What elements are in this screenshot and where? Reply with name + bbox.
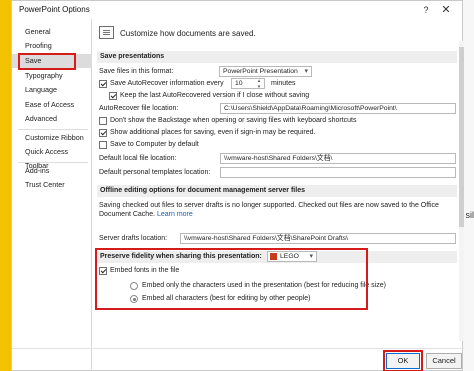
options-sidebar: General Proofing Save Typography Languag… bbox=[12, 19, 92, 371]
background-text-fragment: sil bbox=[465, 210, 474, 220]
autorecover-minutes-input[interactable]: 10 bbox=[231, 78, 265, 89]
sidebar-item-proofing[interactable]: Proofing bbox=[12, 39, 92, 53]
format-dropdown[interactable]: PowerPoint Presentation bbox=[219, 66, 312, 77]
help-icon[interactable]: ? bbox=[419, 3, 433, 17]
default-templates-label: Default personal templates location: bbox=[99, 169, 211, 176]
default-local-label: Default local file location: bbox=[99, 155, 177, 162]
sidebar-item-trust-center[interactable]: Trust Center bbox=[12, 178, 92, 192]
learn-more-link[interactable]: Learn more bbox=[157, 211, 193, 218]
page-header: Customize how documents are saved. bbox=[120, 29, 256, 38]
sidebar-item-general[interactable]: General bbox=[12, 25, 92, 39]
section-offline-editing: Offline editing options for document man… bbox=[97, 185, 457, 197]
close-icon[interactable]: ✕ bbox=[439, 3, 453, 17]
ok-highlight-box bbox=[383, 350, 423, 371]
sidebar-item-add-ins[interactable]: Add-ins bbox=[12, 164, 92, 178]
fidelity-highlight-box bbox=[95, 248, 368, 310]
title-bar: PowerPoint Options ? ✕ bbox=[12, 1, 462, 19]
scrollbar-thumb[interactable] bbox=[459, 47, 464, 227]
document-save-icon bbox=[99, 26, 114, 39]
backstage-label: Don't show the Backstage when opening or… bbox=[110, 117, 357, 124]
keep-last-version-checkbox[interactable] bbox=[109, 92, 117, 100]
backstage-checkbox[interactable] bbox=[99, 117, 107, 125]
sidebar-item-quick-access-toolbar[interactable]: Quick Access Toolbar bbox=[12, 145, 92, 170]
options-scrollbar[interactable] bbox=[459, 41, 464, 341]
save-options-panel: Customize how documents are saved. Save … bbox=[95, 23, 458, 343]
autorecover-location-input[interactable]: C:\Users\Shield\AppData\Roaming\Microsof… bbox=[220, 103, 456, 114]
offline-description-text: Saving checked out files to server draft… bbox=[99, 202, 439, 218]
additional-places-checkbox[interactable] bbox=[99, 129, 107, 137]
cancel-button[interactable]: Cancel bbox=[426, 353, 462, 369]
sidebar-divider bbox=[18, 162, 88, 163]
offline-description: Saving checked out files to server draft… bbox=[99, 201, 451, 219]
format-label: Save files in this format: bbox=[99, 68, 174, 75]
keep-last-version-label: Keep the last AutoRecovered version if I… bbox=[120, 92, 310, 99]
sidebar-item-typography[interactable]: Typography bbox=[12, 69, 92, 83]
save-to-computer-label: Save to Computer by default bbox=[110, 141, 199, 148]
default-templates-input[interactable] bbox=[220, 167, 456, 178]
default-local-input[interactable]: \\vmware-host\Shared Folders\文档\ bbox=[220, 153, 456, 164]
minutes-label: minutes bbox=[271, 80, 296, 87]
additional-places-label: Show additional places for saving, even … bbox=[110, 129, 316, 136]
autorecover-checkbox[interactable] bbox=[99, 80, 107, 88]
powerpoint-options-dialog: PowerPoint Options ? ✕ General Proofing … bbox=[11, 0, 464, 371]
server-drafts-input[interactable]: \\vmware-host\Shared Folders\文档\SharePoi… bbox=[180, 233, 456, 244]
sidebar-item-ease-of-access[interactable]: Ease of Access bbox=[12, 98, 92, 112]
server-drafts-label: Server drafts location: bbox=[99, 235, 168, 242]
save-highlight-box bbox=[18, 53, 76, 70]
sidebar-item-advanced[interactable]: Advanced bbox=[12, 112, 92, 126]
autorecover-label: Save AutoRecover information every bbox=[110, 80, 224, 87]
sidebar-divider bbox=[18, 129, 88, 130]
sidebar-item-customize-ribbon[interactable]: Customize Ribbon bbox=[12, 131, 92, 145]
footer-divider bbox=[12, 348, 464, 349]
sidebar-item-language[interactable]: Language bbox=[12, 83, 92, 97]
autorecover-location-label: AutoRecover file location: bbox=[99, 105, 179, 112]
save-to-computer-checkbox[interactable] bbox=[99, 141, 107, 149]
section-save-presentations: Save presentations bbox=[97, 51, 457, 63]
window-title: PowerPoint Options bbox=[19, 5, 90, 14]
